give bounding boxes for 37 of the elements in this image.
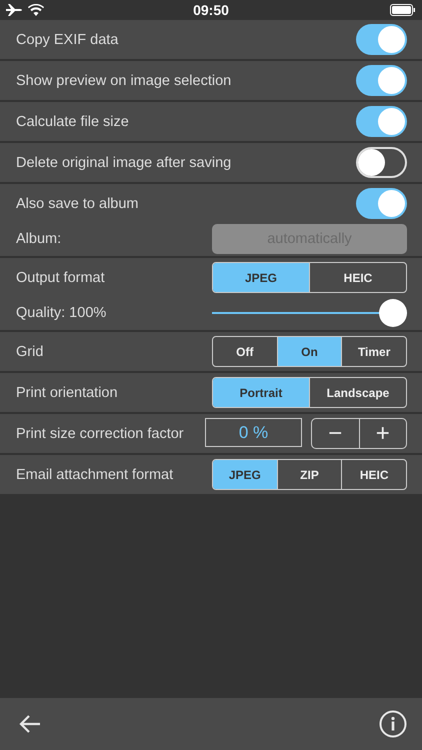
segment-option[interactable]: Timer — [341, 337, 406, 366]
segment-option[interactable]: HEIC — [341, 460, 406, 489]
setting-label: Also save to album — [16, 196, 139, 212]
toggle-switch[interactable] — [356, 65, 407, 96]
setting-label: Copy EXIF data — [16, 32, 118, 48]
toggle-switch[interactable] — [356, 24, 407, 55]
info-icon[interactable] — [379, 710, 407, 738]
setting-label: Grid — [16, 344, 44, 360]
value-field[interactable]: 0 % — [205, 418, 302, 447]
setting-label: Print orientation — [16, 384, 118, 400]
toggle-switch[interactable] — [356, 147, 407, 178]
plus-button[interactable]: + — [358, 419, 406, 448]
airplane-icon — [6, 4, 22, 16]
wifi-icon — [28, 4, 44, 16]
setting-label: Show preview on image selection — [16, 72, 232, 88]
setting-label: Album: — [16, 230, 62, 246]
segment-option[interactable]: Off — [213, 337, 277, 366]
setting-label: Calculate file size — [16, 114, 129, 130]
segment-option[interactable]: ZIP — [276, 460, 342, 489]
toggle-switch[interactable] — [356, 188, 407, 219]
battery-icon — [390, 4, 416, 16]
back-arrow-icon[interactable] — [18, 714, 42, 734]
setting-label: Print size correction factor — [16, 426, 184, 442]
segment-option[interactable]: Landscape — [309, 378, 406, 407]
toggle-switch[interactable] — [356, 106, 407, 137]
setting-label: Quality: 100% — [16, 304, 106, 320]
status-time: 09:50 — [193, 2, 229, 18]
segment-option[interactable]: JPEG — [213, 460, 277, 489]
setting-label: Delete original image after saving — [16, 154, 232, 170]
minus-button[interactable]: − — [312, 419, 358, 448]
segment-option[interactable]: JPEG — [213, 263, 309, 292]
quality-slider[interactable] — [212, 298, 407, 326]
segment-option[interactable]: On — [276, 337, 342, 366]
segment-option[interactable]: Portrait — [213, 378, 309, 407]
segment-option[interactable]: HEIC — [309, 263, 406, 292]
setting-label: Email attachment format — [16, 466, 174, 482]
setting-label: Output format — [16, 270, 105, 286]
